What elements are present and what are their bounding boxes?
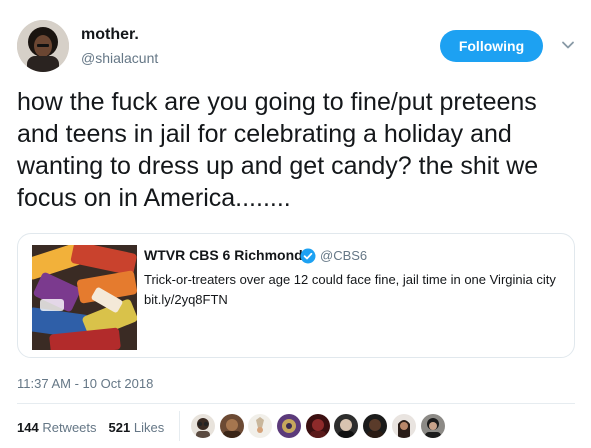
author-handle[interactable]: @shialacunt [81, 50, 158, 66]
following-button[interactable]: Following [440, 30, 543, 62]
liker-avatar[interactable] [306, 414, 330, 438]
quoted-tweet-thumbnail [32, 245, 137, 350]
liker-avatar[interactable] [363, 414, 387, 438]
verified-icon [300, 248, 316, 264]
retweets-label: Retweets [42, 420, 97, 435]
author-avatar[interactable] [17, 20, 69, 72]
quoted-tweet-card[interactable]: WTVR CBS 6 Richmond @CBS6 Trick-or-treat… [17, 233, 575, 358]
quoted-tweet-text: Trick-or-treaters over age 12 could face… [144, 272, 556, 307]
liker-avatar[interactable] [277, 414, 301, 438]
stats-divider [179, 411, 180, 441]
retweets-stat[interactable]: 144 Retweets [17, 420, 97, 435]
liker-avatar[interactable] [191, 414, 215, 438]
quoted-tweet-handle[interactable]: @CBS6 [320, 248, 367, 263]
author-display-name[interactable]: mother. [81, 26, 139, 44]
liker-avatar[interactable] [334, 414, 358, 438]
tweet-stats: 144 Retweets 521 Likes [17, 420, 164, 435]
liker-avatar[interactable] [248, 414, 272, 438]
likes-count: 521 [108, 420, 131, 435]
divider [17, 403, 575, 404]
quoted-tweet-author[interactable]: WTVR CBS 6 Richmond [144, 247, 303, 263]
likes-stat[interactable]: 521 Likes [109, 420, 165, 435]
retweets-count: 144 [17, 420, 39, 435]
tweet-text: how the fuck are you going to fine/put p… [17, 88, 539, 212]
tweet-timestamp[interactable]: 11:37 AM - 10 Oct 2018 [17, 376, 153, 391]
liker-avatar[interactable] [220, 414, 244, 438]
likes-label: Likes [133, 420, 165, 435]
liker-avatar[interactable] [392, 414, 416, 438]
liker-avatar[interactable] [421, 414, 445, 438]
chevron-down-icon[interactable] [561, 38, 575, 52]
